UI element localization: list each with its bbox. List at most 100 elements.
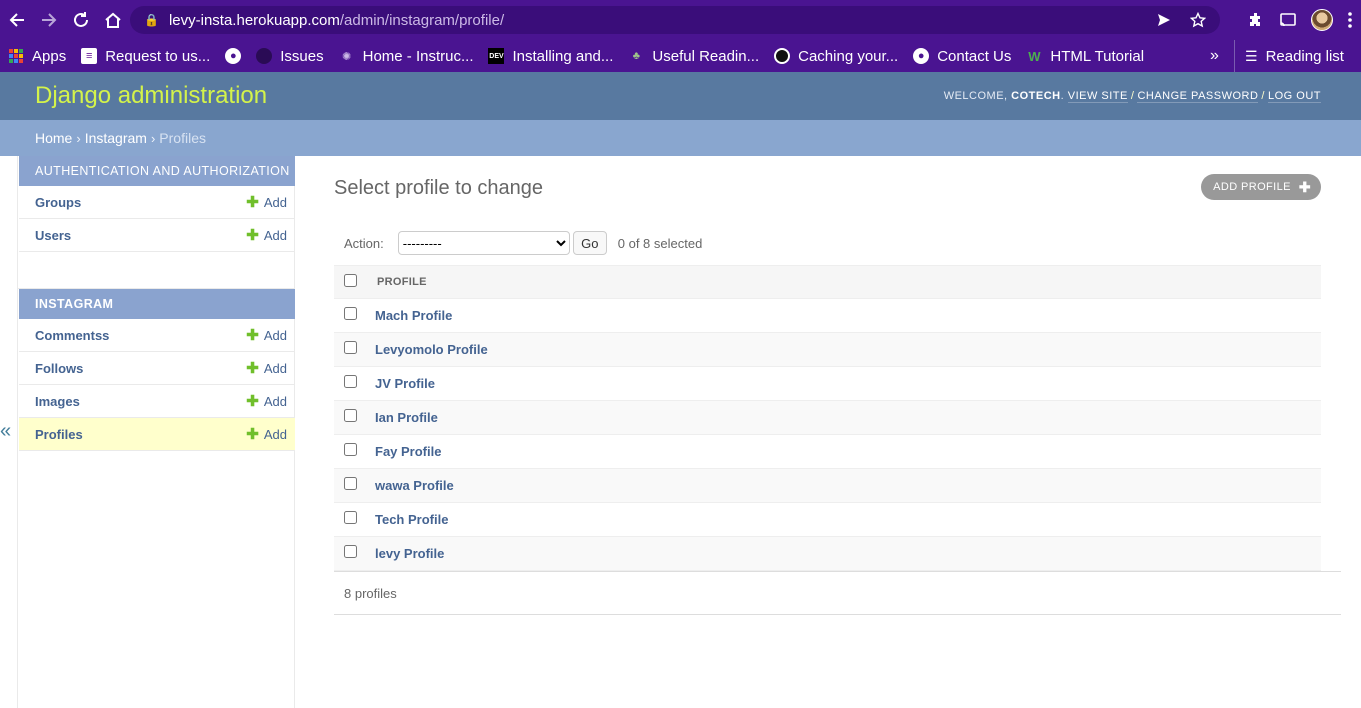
add-commentss-link[interactable]: ✚ Add [246, 328, 287, 343]
address-bar[interactable]: 🔒 levy-insta.herokuapp.com/admin/instagr… [130, 6, 1220, 34]
bookmark-useful[interactable]: ♣ Useful Readin... [628, 48, 759, 65]
cast-icon[interactable] [1279, 11, 1297, 29]
sidebar-item-label[interactable]: Profiles [35, 427, 83, 442]
select-all-checkbox[interactable] [344, 274, 357, 287]
row-link[interactable]: Tech Profile [366, 503, 1321, 537]
bookmark-contact[interactable]: ● Contact Us [913, 48, 1011, 65]
sidebar-item-label[interactable]: Images [35, 394, 80, 409]
add-profile-label: Add profile [1213, 181, 1291, 193]
add-images-link[interactable]: ✚ Add [246, 394, 287, 409]
breadcrumb-home[interactable]: Home [35, 130, 72, 146]
sidebar-item-groups: Groups ✚ Add [19, 186, 295, 219]
sidebar-item-commentss: Commentss ✚ Add [19, 319, 295, 352]
bookmark-apps[interactable]: Apps [8, 48, 66, 65]
select-all-cell [334, 265, 366, 299]
breadcrumb-app[interactable]: Instagram [85, 130, 147, 146]
paginator: 8 profiles [334, 571, 1341, 615]
nav-sidebar-toggle[interactable]: « [0, 421, 14, 441]
bookmark-label: Home - Instruc... [362, 47, 474, 65]
plus-icon: ✚ [246, 425, 259, 443]
sidebar-item-label[interactable]: Groups [35, 195, 81, 210]
bookmark-installing[interactable]: DEV Installing and... [488, 48, 613, 65]
action-select[interactable]: --------- [397, 231, 570, 255]
row-link[interactable]: Mach Profile [366, 299, 1321, 333]
row-checkbox[interactable] [344, 306, 357, 320]
view-site-link[interactable]: VIEW SITE [1067, 90, 1128, 103]
bookmark-request[interactable]: ≡ Request to us... [81, 48, 210, 65]
palm-icon: ♣ [632, 50, 640, 62]
row-checkbox[interactable] [344, 544, 357, 558]
bookmark-home-instruc[interactable]: ✺ Home - Instruc... [339, 47, 474, 65]
site-header: Django administration WELCOME, COTECH. V… [0, 72, 1361, 120]
row-checkbox-cell [334, 435, 366, 469]
add-users-link[interactable]: ✚ Add [246, 228, 287, 243]
row-link[interactable]: levy Profile [366, 537, 1321, 571]
sidebar-item-images: Images ✚ Add [19, 385, 295, 418]
back-button[interactable] [1, 4, 33, 36]
selected-count: 0 of 8 selected [617, 235, 703, 251]
module-caption-instagram[interactable]: Instagram [19, 289, 295, 319]
row-checkbox[interactable] [344, 408, 357, 422]
kebab-menu-icon[interactable] [1347, 11, 1353, 29]
url-path: /admin/instagram/profile/ [339, 11, 505, 29]
bookmark-label: HTML Tutorial [1050, 47, 1145, 65]
globe-icon: ● [225, 48, 242, 64]
row-checkbox[interactable] [344, 340, 357, 354]
profile-avatar[interactable] [1311, 9, 1333, 31]
add-groups-link[interactable]: ✚ Add [246, 195, 287, 210]
breadcrumb-current: Profiles [159, 130, 206, 146]
plus-icon: ✚ [246, 392, 259, 410]
username: COTECH [1011, 90, 1061, 102]
table-row: levy Profile [334, 536, 1321, 571]
column-header-profile[interactable]: Profile [366, 265, 1321, 299]
row-link[interactable]: wawa Profile [366, 469, 1321, 503]
log-out-link[interactable]: LOG OUT [1267, 90, 1321, 103]
site-branding[interactable]: Django administration [35, 82, 267, 110]
go-button[interactable]: Go [572, 231, 607, 255]
bookmark-issues[interactable]: Issues [256, 48, 324, 65]
row-checkbox[interactable] [344, 442, 357, 456]
reading-list-icon: ☰ [1245, 47, 1258, 64]
bookmark-globe[interactable]: ● [225, 48, 242, 64]
extensions-icon[interactable] [1247, 11, 1265, 29]
dev-icon: DEV [488, 48, 505, 64]
row-link[interactable]: Levyomolo Profile [366, 333, 1321, 367]
bookmark-label: Installing and... [512, 47, 614, 65]
w-icon: W [1028, 48, 1041, 64]
browser-toolbar: 🔒 levy-insta.herokuapp.com/admin/instagr… [0, 0, 1361, 40]
add-follows-link[interactable]: ✚ Add [246, 361, 287, 376]
star-icon[interactable] [1190, 12, 1206, 28]
add-label: Add [263, 426, 287, 442]
bookmark-html-tutorial[interactable]: W HTML Tutorial [1026, 48, 1144, 65]
change-password-link[interactable]: CHANGE PASSWORD [1137, 90, 1259, 103]
table-row: Mach Profile [334, 299, 1321, 333]
sidebar-item-label[interactable]: Follows [35, 361, 83, 376]
sidebar-item-label[interactable]: Commentss [35, 328, 109, 343]
row-link[interactable]: Fay Profile [366, 435, 1321, 469]
row-link[interactable]: Ian Profile [366, 401, 1321, 435]
add-label: Add [263, 393, 287, 409]
row-link[interactable]: JV Profile [366, 367, 1321, 401]
forward-button[interactable] [33, 4, 65, 36]
row-checkbox[interactable] [344, 374, 357, 388]
add-profile-button[interactable]: Add profile ✚ [1201, 174, 1321, 200]
bookmark-label: Caching your... [798, 47, 899, 65]
reload-button[interactable] [65, 4, 97, 36]
github-icon [774, 48, 791, 64]
reading-list-button[interactable]: ☰ Reading list [1234, 40, 1344, 72]
module-spacer [18, 252, 294, 289]
row-checkbox-cell [334, 401, 366, 435]
bookmark-caching[interactable]: Caching your... [774, 48, 898, 65]
bookmarks-overflow-button[interactable]: » [1210, 40, 1219, 72]
sidebar-item-users: Users ✚ Add [19, 219, 295, 252]
module-caption-auth[interactable]: Authentication and Authorization [19, 156, 295, 186]
row-checkbox[interactable] [344, 476, 357, 490]
home-button[interactable] [97, 4, 129, 36]
send-icon[interactable] [1156, 12, 1172, 28]
page-title: Select profile to change [334, 177, 544, 199]
add-profiles-link[interactable]: ✚ Add [246, 427, 287, 442]
row-checkbox[interactable] [344, 510, 357, 524]
result-list-table: Profile Mach Profile Levyomolo Profile J… [334, 265, 1321, 571]
table-row: wawa Profile [334, 468, 1321, 503]
sidebar-item-label[interactable]: Users [35, 228, 71, 243]
